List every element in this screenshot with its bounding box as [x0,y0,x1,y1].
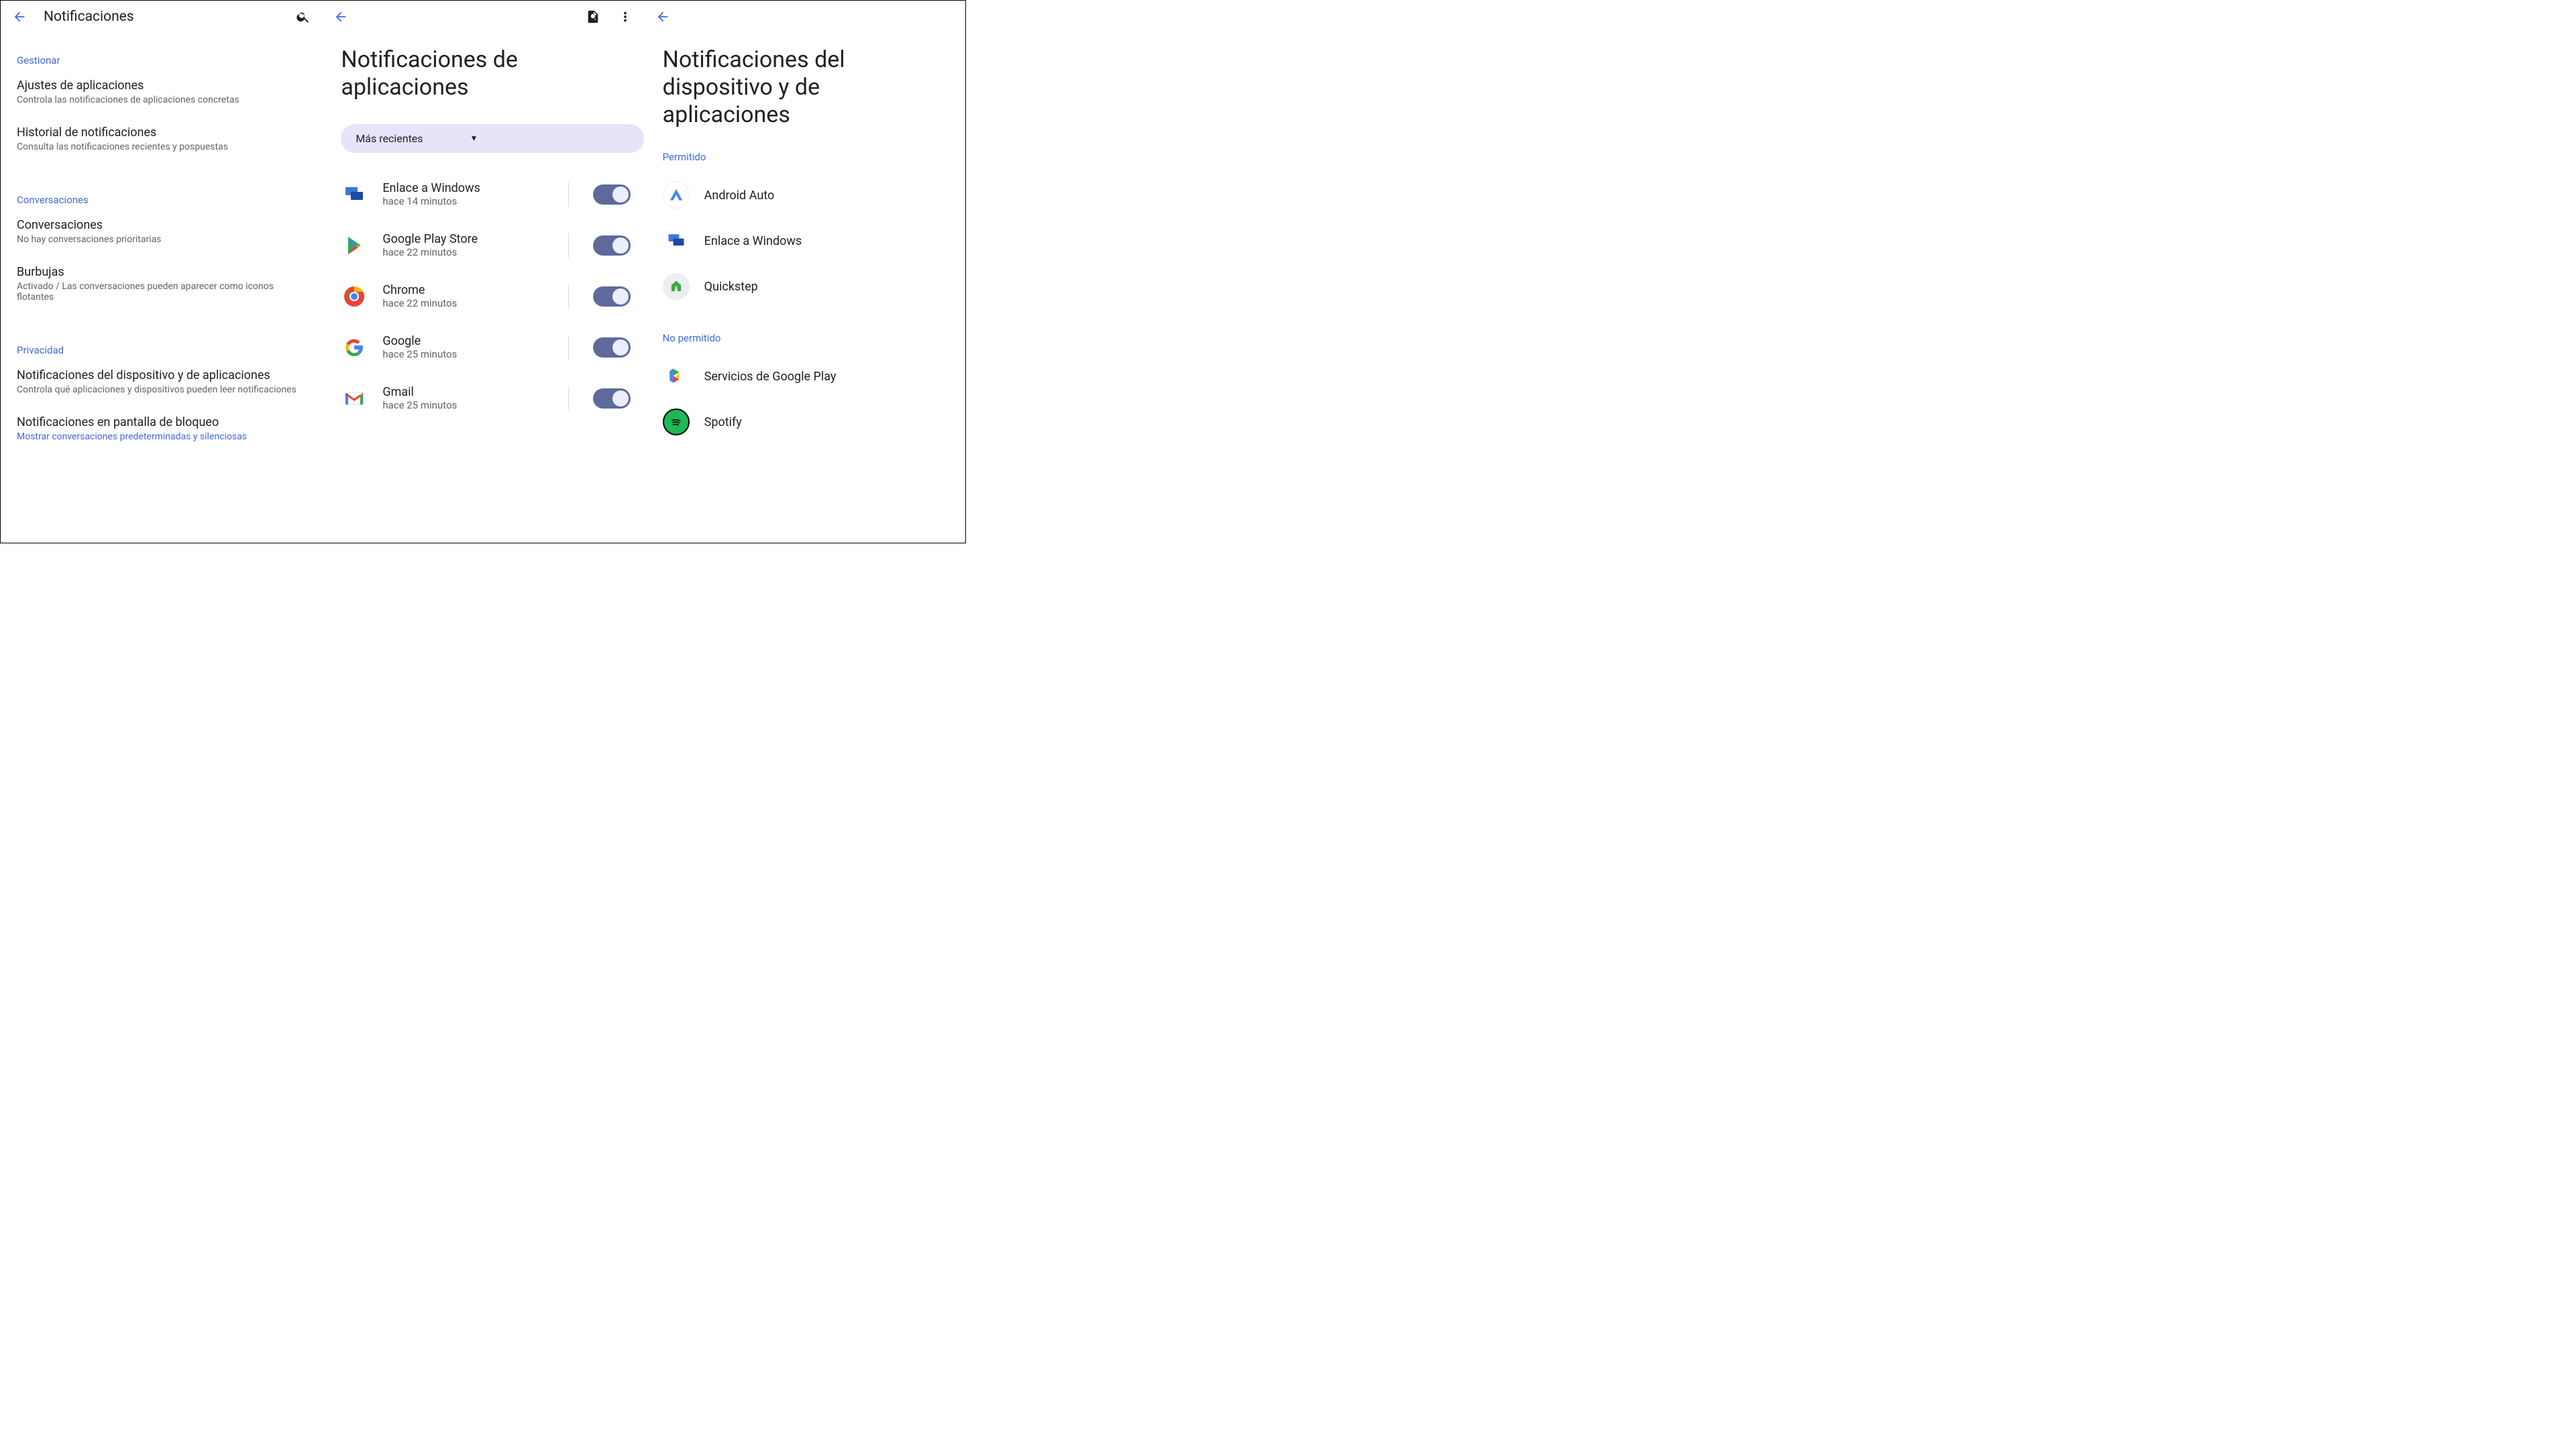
toggle-switch[interactable] [593,388,631,409]
permission-row[interactable]: Spotify [644,399,965,445]
appbar-pane2 [322,1,643,33]
divider [568,284,569,309]
app-row[interactable]: Enlace a Windows hace 14 minutos [322,169,643,220]
back-icon[interactable] [11,9,28,25]
app-name: Google Play Store [382,232,543,246]
item-sub: Controla qué aplicaciones y dispositivos… [17,384,306,395]
app-text: Gmail hace 25 minutos [382,385,543,411]
conversations-item[interactable]: Conversaciones No hay conversaciones pri… [17,218,306,245]
app-row[interactable]: Google hace 25 minutos [322,322,643,373]
chevron-down-icon: ▼ [470,133,478,143]
play-services-icon [663,363,690,390]
app-name: Gmail [382,385,543,399]
item-sub: Controla las notificaciones de aplicacio… [17,95,306,105]
item-sub: No hay conversaciones prioritarias [17,234,306,245]
lockscreen-notifications-item[interactable]: Notificaciones en pantalla de bloqueo Mo… [17,415,306,442]
app-name: Chrome [382,283,543,297]
not-allowed-header: No permitido [663,332,965,344]
app-settings-item[interactable]: Ajustes de aplicaciones Controla las not… [17,78,306,105]
permission-row[interactable]: Servicios de Google Play [644,354,965,399]
page-title: Notificaciones de aplicaciones [341,46,643,101]
divider [568,386,569,411]
app-row[interactable]: Google Play Store hace 22 minutos [322,220,643,271]
settings-list: Gestionar Ajustes de aplicaciones Contro… [1,33,322,442]
windows-link-icon [663,227,690,254]
permission-name: Android Auto [704,189,775,203]
search-icon[interactable] [295,9,311,25]
chrome-icon [341,283,368,310]
permission-row[interactable]: Quickstep [644,264,965,309]
allowed-header: Permitido [663,151,965,163]
permission-row[interactable]: Android Auto [644,172,965,218]
divider [568,182,569,207]
toggle-switch[interactable] [593,184,631,205]
app-row[interactable]: Gmail hace 25 minutos [322,373,643,424]
toggle-switch[interactable] [593,337,631,358]
app-text: Enlace a Windows hace 14 minutos [382,181,543,207]
app-text: Chrome hace 22 minutos [382,283,543,309]
back-icon[interactable] [333,9,349,25]
item-sub: Mostrar conversaciones predeterminadas y… [17,431,306,442]
filter-label: Más recientes [356,132,423,145]
android-auto-icon [663,182,690,209]
bubbles-item[interactable]: Burbujas Activado / Las conversaciones p… [17,265,306,303]
app-notifications-pane: Notificaciones de aplicaciones Más recie… [322,1,643,543]
section-manage-header: Gestionar [17,54,306,66]
permission-name: Servicios de Google Play [704,370,837,384]
item-title: Ajustes de aplicaciones [17,78,306,93]
divider [568,233,569,258]
page-title: Notificaciones [44,9,134,25]
app-text: Google hace 25 minutos [382,334,543,360]
toggle-switch[interactable] [593,235,631,256]
appbar-pane1: Notificaciones [1,1,322,33]
notifications-settings-pane: Notificaciones Gestionar Ajustes de apli… [1,1,322,543]
toggle-switch[interactable] [593,286,631,307]
appbar-pane3 [644,1,965,33]
google-icon [341,334,368,361]
divider [568,335,569,360]
app-name: Google [382,334,543,348]
item-title: Conversaciones [17,218,306,232]
search-in-page-icon[interactable] [585,9,601,25]
section-conversations-header: Conversaciones [17,194,306,206]
arrow-left-icon [12,9,27,24]
back-icon[interactable] [655,9,671,25]
filter-chip[interactable]: Más recientes ▼ [341,124,643,153]
app-time: hace 22 minutos [382,246,543,258]
app-text: Google Play Store hace 22 minutos [382,232,543,258]
app-time: hace 25 minutos [382,348,543,360]
section-privacy-header: Privacidad [17,344,306,356]
app-time: hace 22 minutos [382,297,543,309]
item-title: Notificaciones en pantalla de bloqueo [17,415,306,429]
play-store-icon [341,232,368,259]
page-title: Notificaciones del dispositivo y de apli… [663,46,965,128]
more-vert-icon[interactable] [617,9,633,25]
notification-history-item[interactable]: Historial de notificaciones Consulta las… [17,125,306,152]
device-app-notifications-item[interactable]: Notificaciones del dispositivo y de apli… [17,368,306,395]
permission-row[interactable]: Enlace a Windows [644,218,965,264]
item-title: Notificaciones del dispositivo y de apli… [17,368,306,382]
item-sub: Consulta las notificaciones recientes y … [17,142,306,152]
item-sub: Activado / Las conversaciones pueden apa… [17,281,306,303]
arrow-left-icon [333,9,348,24]
permission-name: Spotify [704,415,742,429]
app-time: hace 25 minutos [382,399,543,411]
arrow-left-icon [655,9,670,24]
quickstep-icon [663,273,690,300]
device-app-access-pane: Notificaciones del dispositivo y de apli… [644,1,965,543]
item-title: Historial de notificaciones [17,125,306,140]
permission-name: Quickstep [704,280,758,294]
spotify-icon [663,409,690,435]
permission-name: Enlace a Windows [704,234,802,248]
app-time: hace 14 minutos [382,195,543,207]
app-row[interactable]: Chrome hace 22 minutos [322,271,643,322]
item-title: Burbujas [17,265,306,279]
windows-link-icon [341,181,368,208]
gmail-icon [341,385,368,412]
app-name: Enlace a Windows [382,181,543,195]
